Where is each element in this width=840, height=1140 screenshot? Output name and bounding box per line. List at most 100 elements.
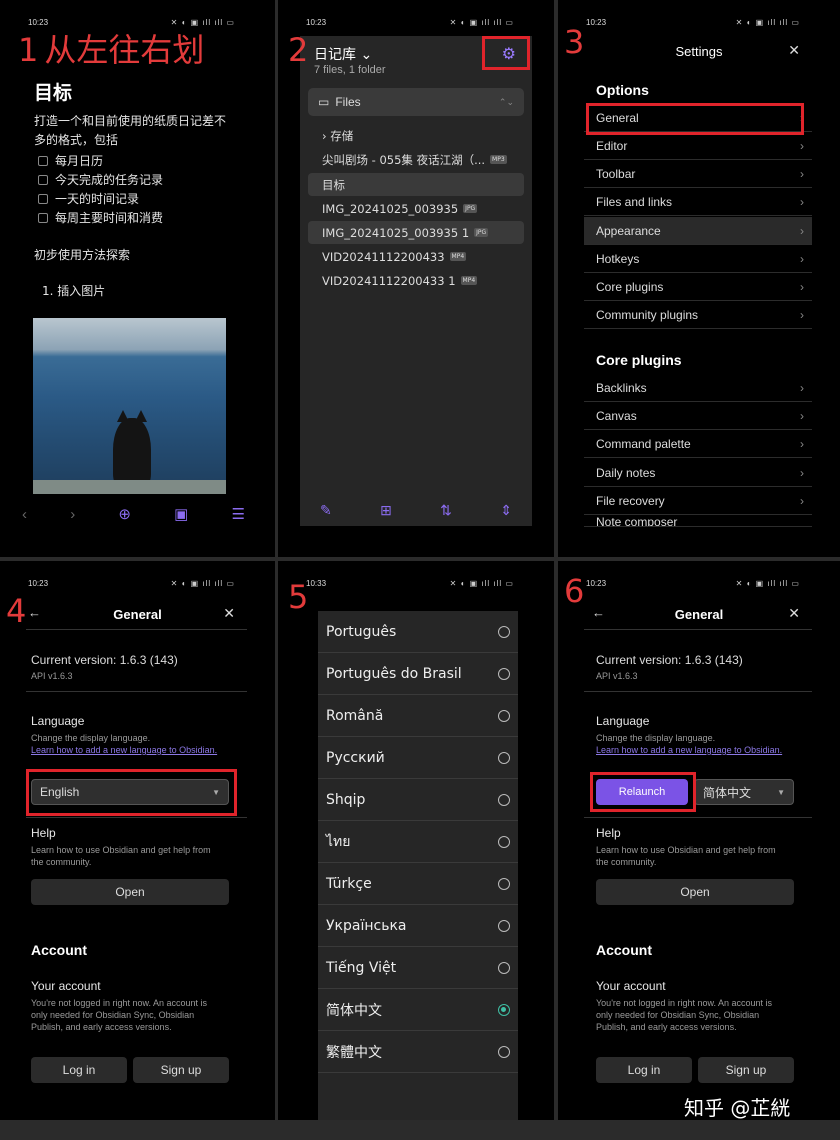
- new-note-icon[interactable]: ✎: [320, 502, 332, 520]
- chevron-right-icon: ›: [800, 279, 804, 294]
- signup-button[interactable]: Sign up: [133, 1057, 229, 1083]
- close-icon[interactable]: ✕: [788, 42, 800, 59]
- radio-button[interactable]: [498, 1045, 510, 1058]
- radio-button-selected[interactable]: [498, 1003, 510, 1016]
- radio-button[interactable]: [498, 625, 510, 638]
- radio-button[interactable]: [498, 709, 510, 722]
- settings-item-file-recovery[interactable]: File recovery ›: [584, 487, 812, 515]
- checkbox[interactable]: [38, 155, 48, 166]
- language-option[interactable]: Tiếng Việt: [318, 947, 518, 989]
- file-type-badge: MP4: [460, 276, 478, 285]
- language-option[interactable]: Română: [318, 695, 518, 737]
- chevron-down-icon: ▼: [212, 787, 220, 797]
- checklist-item[interactable]: 每周主要时间和消费: [38, 209, 163, 226]
- help-desc: Learn how to use Obsidian and get help f…: [31, 845, 211, 867]
- relaunch-button[interactable]: Relaunch: [596, 779, 688, 805]
- tabs-icon[interactable]: ▣: [174, 505, 188, 523]
- divider: [584, 691, 812, 692]
- login-button[interactable]: Log in: [31, 1057, 127, 1083]
- sort-icon[interactable]: ⇅: [440, 502, 452, 520]
- settings-item-backlinks[interactable]: Backlinks ›: [584, 374, 812, 402]
- language-desc: Change the display language. Learn how to…: [596, 733, 783, 755]
- settings-gear-icon[interactable]: ⚙: [502, 44, 516, 64]
- file-row[interactable]: VID20241112200433 MP4: [308, 245, 524, 268]
- checkbox[interactable]: [38, 174, 48, 185]
- close-icon[interactable]: ✕: [788, 605, 800, 622]
- back-icon[interactable]: ‹: [22, 506, 27, 523]
- forward-icon[interactable]: ›: [70, 506, 75, 523]
- checkbox[interactable]: [38, 193, 48, 204]
- panel-1-note-view: 10:23 ✕ ◐ ▣ ıll ıll ▭ 1 从左往右划 目标 打造一个和目前使用…: [0, 0, 275, 557]
- settings-item-toolbar[interactable]: Toolbar ›: [584, 160, 812, 188]
- checklist-item[interactable]: 一天的时间记录: [38, 190, 139, 207]
- settings-item-canvas[interactable]: Canvas ›: [584, 402, 812, 430]
- new-note-icon[interactable]: ⊕: [118, 505, 131, 523]
- file-row[interactable]: › 存储: [308, 124, 524, 147]
- radio-button[interactable]: [498, 877, 510, 890]
- new-folder-icon[interactable]: ⊞: [380, 502, 392, 520]
- radio-button[interactable]: [498, 961, 510, 974]
- file-type-badge: JPG: [474, 228, 489, 237]
- panel-6-general-relaunch: 10:23 ✕ ◐ ▣ ıll ıll ▭ 6 ← General ✕ Curre…: [558, 561, 840, 1120]
- language-option[interactable]: Українська: [318, 905, 518, 947]
- status-bar: 10:23 ✕ ◐ ▣ ıll ıll ▭: [28, 579, 235, 588]
- language-option[interactable]: 繁體中文: [318, 1031, 518, 1073]
- signup-button[interactable]: Sign up: [698, 1057, 794, 1083]
- settings-item-cutoff[interactable]: Note composer: [584, 515, 812, 527]
- checklist-item[interactable]: 每月日历: [38, 152, 103, 169]
- panel-3-settings: 10:23 ✕ ◐ ▣ ıll ıll ▭ 3 Settings ✕ Option…: [558, 0, 840, 557]
- radio-button[interactable]: [498, 667, 510, 680]
- language-option[interactable]: Русский: [318, 737, 518, 779]
- settings-item-command-palette[interactable]: Command palette ›: [584, 430, 812, 458]
- language-help-link[interactable]: Learn how to add a new language to Obsid…: [596, 745, 782, 755]
- step-number-3: 3: [564, 23, 585, 61]
- settings-item-core-plugins[interactable]: Core plugins ›: [584, 273, 812, 301]
- settings-item-general[interactable]: General ›: [584, 104, 812, 132]
- chevron-down-icon: ▼: [777, 787, 785, 797]
- watermark: 知乎 @芷絖: [684, 1096, 791, 1120]
- radio-button[interactable]: [498, 793, 510, 806]
- settings-item-hotkeys[interactable]: Hotkeys ›: [584, 245, 812, 273]
- file-row[interactable]: 目标: [308, 173, 524, 196]
- settings-item-daily-notes[interactable]: Daily notes ›: [584, 459, 812, 487]
- file-row[interactable]: IMG_20241025_003935 JPG: [308, 197, 524, 220]
- account-label: Your account: [31, 979, 101, 993]
- language-label: Language: [31, 714, 85, 728]
- file-row[interactable]: IMG_20241025_003935 1 JPG: [308, 221, 524, 244]
- settings-item-community-plugins[interactable]: Community plugins ›: [584, 301, 812, 329]
- language-help-link[interactable]: Learn how to add a new language to Obsid…: [31, 745, 217, 755]
- settings-item-files-links[interactable]: Files and links ›: [584, 188, 812, 216]
- language-option[interactable]: Shqip: [318, 779, 518, 821]
- close-icon[interactable]: ✕: [223, 605, 235, 622]
- step-caption: 从左往右划: [44, 31, 205, 69]
- vault-switcher[interactable]: 日记库 ⌄: [314, 44, 372, 64]
- radio-button[interactable]: [498, 919, 510, 932]
- language-option-selected[interactable]: 简体中文: [318, 989, 518, 1031]
- language-option[interactable]: Türkçe: [318, 863, 518, 905]
- step-number-5: 5: [288, 578, 309, 616]
- language-select[interactable]: English ▼: [31, 779, 229, 805]
- menu-icon[interactable]: ☰: [232, 505, 245, 523]
- checkbox[interactable]: [38, 212, 48, 223]
- file-row[interactable]: 尖叫剧场 - 055集 夜话江湖（... MP3: [308, 148, 524, 171]
- settings-item-appearance[interactable]: Appearance ›: [584, 217, 812, 245]
- settings-item-editor[interactable]: Editor ›: [584, 132, 812, 160]
- checklist-item[interactable]: 今天完成的任务记录: [38, 171, 163, 188]
- language-options-list: Português Português do Brasil Română Рус…: [318, 611, 518, 1120]
- cat-sea-image: [33, 318, 226, 494]
- open-button[interactable]: Open: [31, 879, 229, 905]
- radio-button[interactable]: [498, 835, 510, 848]
- language-option[interactable]: ไทย: [318, 821, 518, 863]
- account-header: Account: [596, 942, 652, 958]
- file-row[interactable]: VID20241112200433 1 MP4: [308, 269, 524, 292]
- language-option[interactable]: Português do Brasil: [318, 653, 518, 695]
- chevron-right-icon: ›: [800, 465, 804, 480]
- open-button[interactable]: Open: [596, 879, 794, 905]
- radio-button[interactable]: [498, 751, 510, 764]
- login-button[interactable]: Log in: [596, 1057, 692, 1083]
- language-option[interactable]: Português: [318, 611, 518, 653]
- files-view-selector[interactable]: ▭ Files ⌃⌄: [308, 88, 524, 116]
- panel-5-language-picker: 10:33 ✕ ◐ ▣ ıll ıll ▭ 5 Português Portugu…: [278, 561, 554, 1120]
- language-select[interactable]: 简体中文 ▼: [694, 779, 794, 805]
- collapse-icon[interactable]: ⇕: [500, 502, 512, 520]
